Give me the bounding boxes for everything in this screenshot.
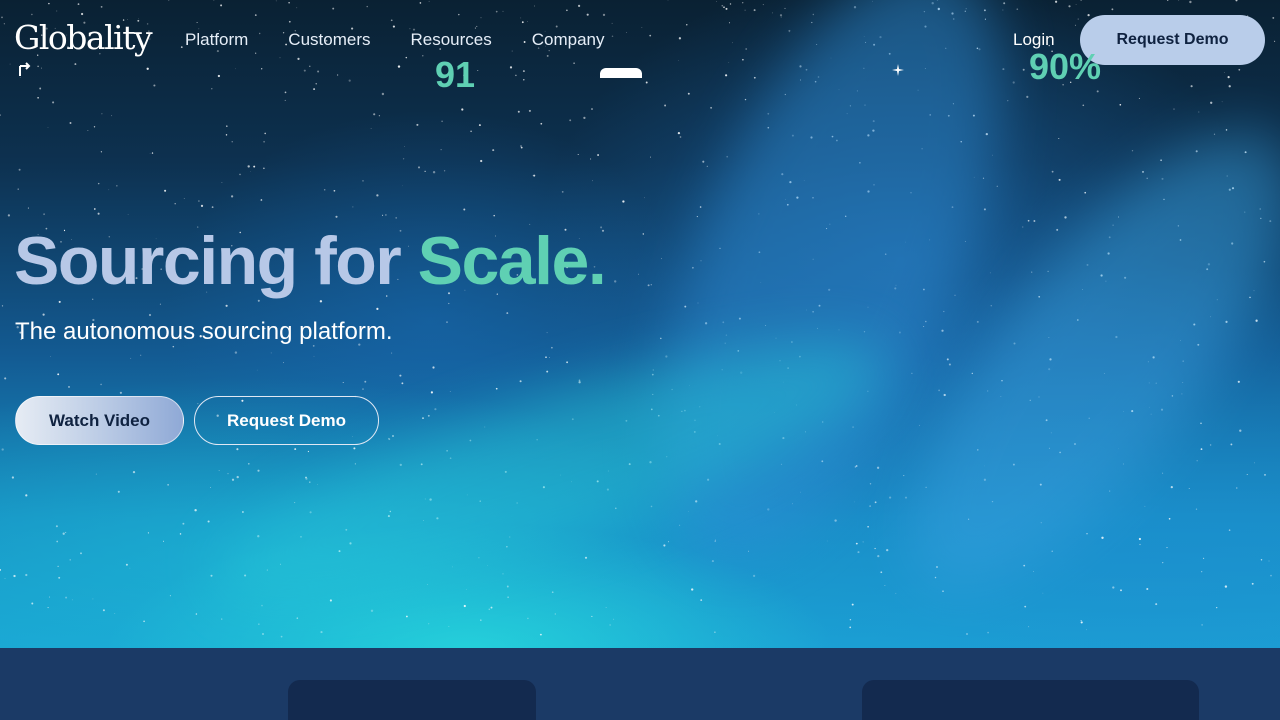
document-icon xyxy=(600,68,642,78)
hero-subtitle: The autonomous sourcing platform. xyxy=(15,318,393,345)
headline-accent-text: Scale. xyxy=(417,223,607,299)
stats-section xyxy=(0,648,1280,720)
watch-video-button[interactable]: Watch Video xyxy=(15,396,184,445)
nav-link-customers[interactable]: Customers xyxy=(288,30,370,50)
stat-card xyxy=(862,680,1199,720)
play-icon xyxy=(19,62,31,76)
sparkle-icon xyxy=(892,64,904,76)
request-demo-nav-button[interactable]: Request Demo xyxy=(1080,15,1265,65)
nav-link-platform[interactable]: Platform xyxy=(185,30,248,50)
globality-logo[interactable]: Globality xyxy=(14,18,153,57)
stat-value: 91 xyxy=(435,54,476,95)
nav-links: Platform Customers Resources Company xyxy=(185,30,605,50)
stat-value: 90% xyxy=(1029,46,1102,87)
nav-link-company[interactable]: Company xyxy=(532,30,605,50)
stat-card xyxy=(288,680,536,720)
headline-main-text: Sourcing for xyxy=(14,223,418,299)
nav-link-resources[interactable]: Resources xyxy=(410,30,491,50)
request-demo-hero-button[interactable]: Request Demo xyxy=(194,396,379,445)
hero-section: Globality Platform Customers Resources C… xyxy=(0,0,1280,648)
hero-headline: Sourcing for Scale. xyxy=(14,222,607,300)
